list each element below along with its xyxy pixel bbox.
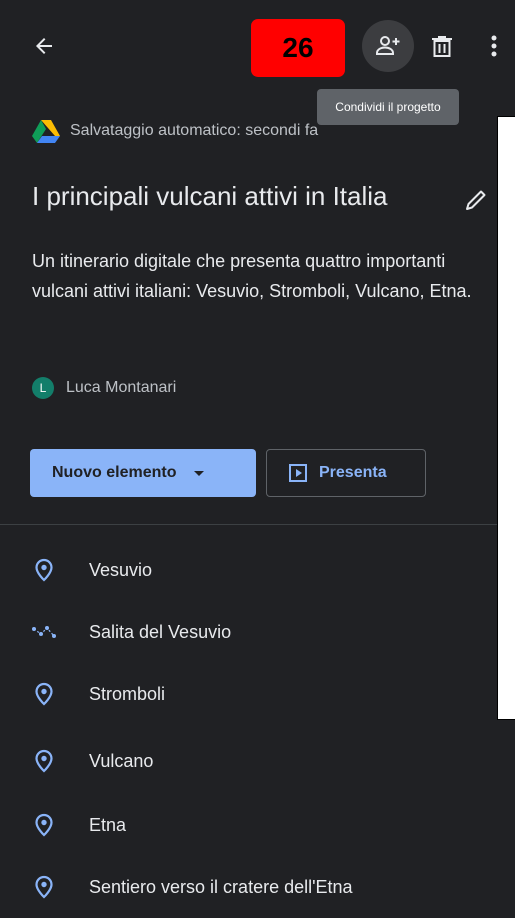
list-item-label: Salita del Vesuvio — [89, 621, 232, 642]
edit-title-button[interactable] — [462, 186, 490, 214]
step-badge: 26 — [251, 19, 345, 77]
list-item[interactable]: Stromboli — [0, 663, 497, 725]
project-title: I principali vulcani attivi in Italia — [32, 181, 388, 211]
dropdown-arrow-icon — [194, 470, 205, 476]
project-description: Un itinerario digitale che presenta quat… — [32, 251, 472, 301]
present-label: Presenta — [319, 464, 387, 481]
autosave-text: Salvataggio automatico: secondi fa — [70, 122, 319, 139]
present-icon — [289, 464, 307, 482]
share-tooltip: Condividi il progetto — [317, 89, 459, 125]
pencil-icon — [466, 190, 486, 210]
more-options-button[interactable] — [482, 30, 506, 62]
google-drive-icon — [32, 120, 60, 143]
new-item-button[interactable]: Nuovo elemento — [30, 449, 256, 497]
list-item-label: Sentiero verso il cratere dell'Etna — [89, 876, 353, 897]
delete-button[interactable] — [426, 30, 458, 62]
list-item[interactable]: Vesuvio — [0, 539, 497, 601]
avatar: L — [32, 377, 54, 399]
author-name: Luca Montanari — [66, 379, 177, 396]
trash-icon — [432, 36, 452, 57]
place-icon — [28, 682, 60, 706]
place-icon — [28, 813, 60, 837]
new-item-label: Nuovo elemento — [52, 464, 177, 481]
list-item-label: Vesuvio — [89, 559, 153, 580]
share-button[interactable] — [362, 20, 414, 72]
list-item-label: Vulcano — [89, 750, 154, 771]
list-item-label: Etna — [89, 814, 127, 835]
place-icon — [28, 749, 60, 773]
divider — [0, 524, 497, 525]
present-button[interactable]: Presenta — [266, 449, 426, 497]
list-item[interactable]: Etna — [0, 794, 497, 856]
place-icon — [28, 875, 60, 899]
route-icon — [28, 625, 60, 639]
place-icon — [28, 558, 60, 582]
top-toolbar: 26 — [0, 0, 515, 90]
more-vert-icon — [491, 35, 497, 57]
list-item-label: Stromboli — [89, 683, 166, 704]
list-item[interactable]: Sentiero verso il cratere dell'Etna — [0, 856, 497, 918]
side-panel-edge — [497, 116, 515, 720]
autosave-status: Salvataggio automatico: secondi fa — [32, 117, 318, 145]
list-item[interactable]: Vulcano — [0, 730, 497, 792]
add-person-icon — [376, 36, 400, 55]
back-arrow-icon[interactable] — [26, 28, 62, 64]
author-row: L Luca Montanari — [32, 375, 176, 401]
list-item[interactable]: Salita del Vesuvio — [0, 601, 497, 663]
